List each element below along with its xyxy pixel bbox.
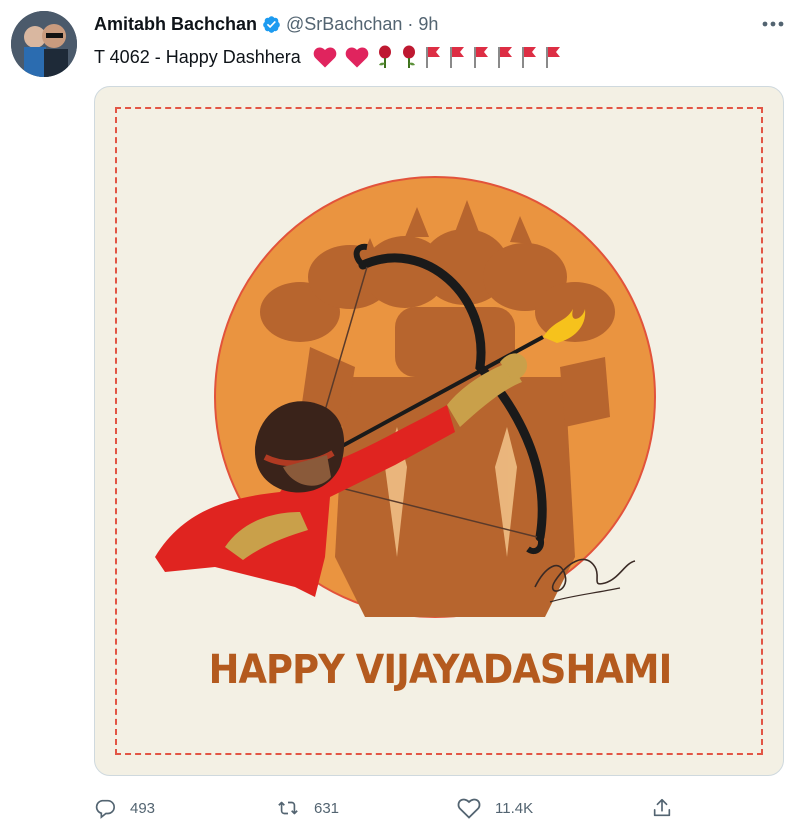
rose-icon bbox=[378, 45, 391, 68]
like-button[interactable]: 11.4K bbox=[457, 793, 533, 823]
reply-button[interactable]: 493 bbox=[94, 793, 155, 823]
red-flag-icon bbox=[425, 47, 440, 68]
reply-count: 493 bbox=[130, 799, 156, 817]
author-handle[interactable]: @SrBachchan bbox=[286, 14, 402, 35]
tweet-actions: 493 631 11.4K bbox=[94, 793, 784, 823]
red-flag-icon bbox=[497, 47, 512, 68]
retweet-button[interactable]: 631 bbox=[276, 793, 339, 823]
rose-icon bbox=[402, 45, 415, 68]
share-button[interactable] bbox=[651, 793, 673, 823]
tweet-image[interactable]: HAPPY VIJAYADASHAMI bbox=[94, 86, 784, 776]
share-icon bbox=[653, 798, 671, 817]
red-flag-icon bbox=[545, 47, 560, 68]
timestamp[interactable]: 9h bbox=[418, 14, 438, 35]
image-caption: HAPPY VIJAYADASHAMI bbox=[208, 647, 673, 693]
tweet-header: Amitabh Bachchan @SrBachchan · 9h bbox=[94, 14, 438, 35]
more-options-icon[interactable] bbox=[758, 12, 788, 36]
separator-dot: · bbox=[407, 14, 414, 34]
heart-icon bbox=[345, 47, 369, 68]
retweet-count: 631 bbox=[314, 799, 340, 817]
like-count: 11.4K bbox=[495, 799, 534, 817]
red-flag-icon bbox=[449, 47, 464, 68]
heart-icon bbox=[313, 47, 337, 68]
tweet-text-content: T 4062 - Happy Dashhera bbox=[94, 46, 301, 67]
reply-icon bbox=[95, 799, 115, 819]
avatar[interactable] bbox=[11, 11, 77, 77]
red-flag-icon bbox=[473, 47, 488, 68]
red-flag-icon bbox=[521, 47, 536, 68]
tweet-text: T 4062 - Happy Dashhera bbox=[94, 45, 561, 69]
heart-outline-icon bbox=[457, 798, 481, 819]
author-name[interactable]: Amitabh Bachchan bbox=[94, 14, 257, 35]
retweet-icon bbox=[278, 801, 298, 815]
emoji-row bbox=[313, 45, 561, 69]
verified-badge-icon bbox=[263, 16, 280, 33]
tweet[interactable]: Amitabh Bachchan @SrBachchan · 9h T 4062… bbox=[0, 0, 800, 833]
